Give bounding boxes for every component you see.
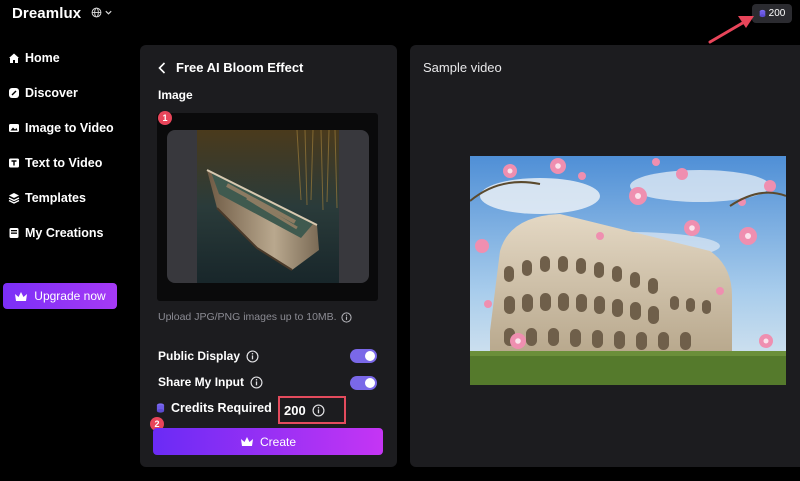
sidebar-item-label: Image to Video xyxy=(25,120,114,135)
sidebar-item-label: Text to Video xyxy=(25,155,103,170)
share-input-toggle[interactable] xyxy=(350,376,377,390)
public-display-label: Public Display xyxy=(158,349,241,363)
discover-icon xyxy=(9,87,19,98)
create-button[interactable]: Create xyxy=(153,428,383,455)
sidebar-item-my-creations[interactable]: My Creations xyxy=(0,215,130,250)
sidebar-item-discover[interactable]: Discover xyxy=(0,75,130,110)
crown-icon xyxy=(240,437,253,446)
sidebar-item-templates[interactable]: Templates xyxy=(0,180,130,215)
sample-video-panel: Sample video xyxy=(410,45,800,467)
page-title: Free AI Bloom Effect xyxy=(176,60,304,75)
create-label: Create xyxy=(259,434,297,449)
annotation-arrow xyxy=(708,16,754,44)
templates-icon xyxy=(8,192,20,204)
sidebar: Home Discover Image to Video Text to Vid… xyxy=(0,40,130,250)
sidebar-item-label: My Creations xyxy=(25,225,104,240)
sidebar-item-label: Templates xyxy=(25,190,86,205)
crown-icon xyxy=(15,291,28,301)
sidebar-item-image-to-video[interactable]: Image to Video xyxy=(0,110,130,145)
coin-icon xyxy=(759,9,765,18)
credits-required-value: 200 xyxy=(284,402,306,418)
back-chevron-icon[interactable] xyxy=(158,61,166,74)
public-display-toggle[interactable] xyxy=(350,349,377,363)
credits-required-row: Credits Required xyxy=(156,401,272,415)
language-selector[interactable] xyxy=(91,7,113,18)
uploaded-image-boat xyxy=(197,130,339,283)
globe-icon xyxy=(91,7,102,18)
share-input-row: Share My Input xyxy=(158,375,263,389)
public-display-row: Public Display xyxy=(158,349,259,363)
upgrade-button[interactable]: Upgrade now xyxy=(3,283,117,309)
sample-video-colosseum[interactable] xyxy=(470,156,786,385)
panel-header: Free AI Bloom Effect xyxy=(158,60,303,75)
step-badge-1: 1 xyxy=(158,111,172,125)
credits-balance-value: 200 xyxy=(768,8,786,19)
sidebar-item-label: Discover xyxy=(25,85,78,100)
upload-hint-text: Upload JPG/PNG images up to 10MB. xyxy=(158,311,337,323)
text-to-video-icon xyxy=(9,158,19,167)
my-creations-icon xyxy=(9,227,19,238)
image-section-label: Image xyxy=(158,88,193,102)
credits-required-value-highlight: 200 xyxy=(278,396,346,424)
upload-hint: Upload JPG/PNG images up to 10MB. xyxy=(158,311,352,323)
upgrade-label: Upgrade now xyxy=(34,289,106,303)
share-input-label: Share My Input xyxy=(158,375,245,389)
coin-stack-icon xyxy=(156,403,165,413)
credits-required-label: Credits Required xyxy=(171,401,272,415)
info-icon[interactable] xyxy=(250,375,263,389)
info-icon[interactable] xyxy=(312,403,325,417)
uploaded-image-frame xyxy=(167,130,369,283)
home-icon xyxy=(9,53,19,63)
sidebar-item-home[interactable]: Home xyxy=(0,40,130,75)
sidebar-item-label: Home xyxy=(25,50,60,65)
image-upload-area[interactable] xyxy=(157,113,378,301)
credits-balance[interactable]: 200 xyxy=(752,4,792,23)
chevron-down-icon xyxy=(105,10,112,15)
info-icon[interactable] xyxy=(341,311,352,323)
effect-panel: Free AI Bloom Effect Image 1 Upload JPG/… xyxy=(140,45,397,467)
brand-logo[interactable]: Dreamlux xyxy=(12,5,81,22)
info-icon[interactable] xyxy=(246,349,259,363)
sample-video-title: Sample video xyxy=(423,60,502,75)
sidebar-item-text-to-video[interactable]: Text to Video xyxy=(0,145,130,180)
image-to-video-icon xyxy=(9,123,19,132)
